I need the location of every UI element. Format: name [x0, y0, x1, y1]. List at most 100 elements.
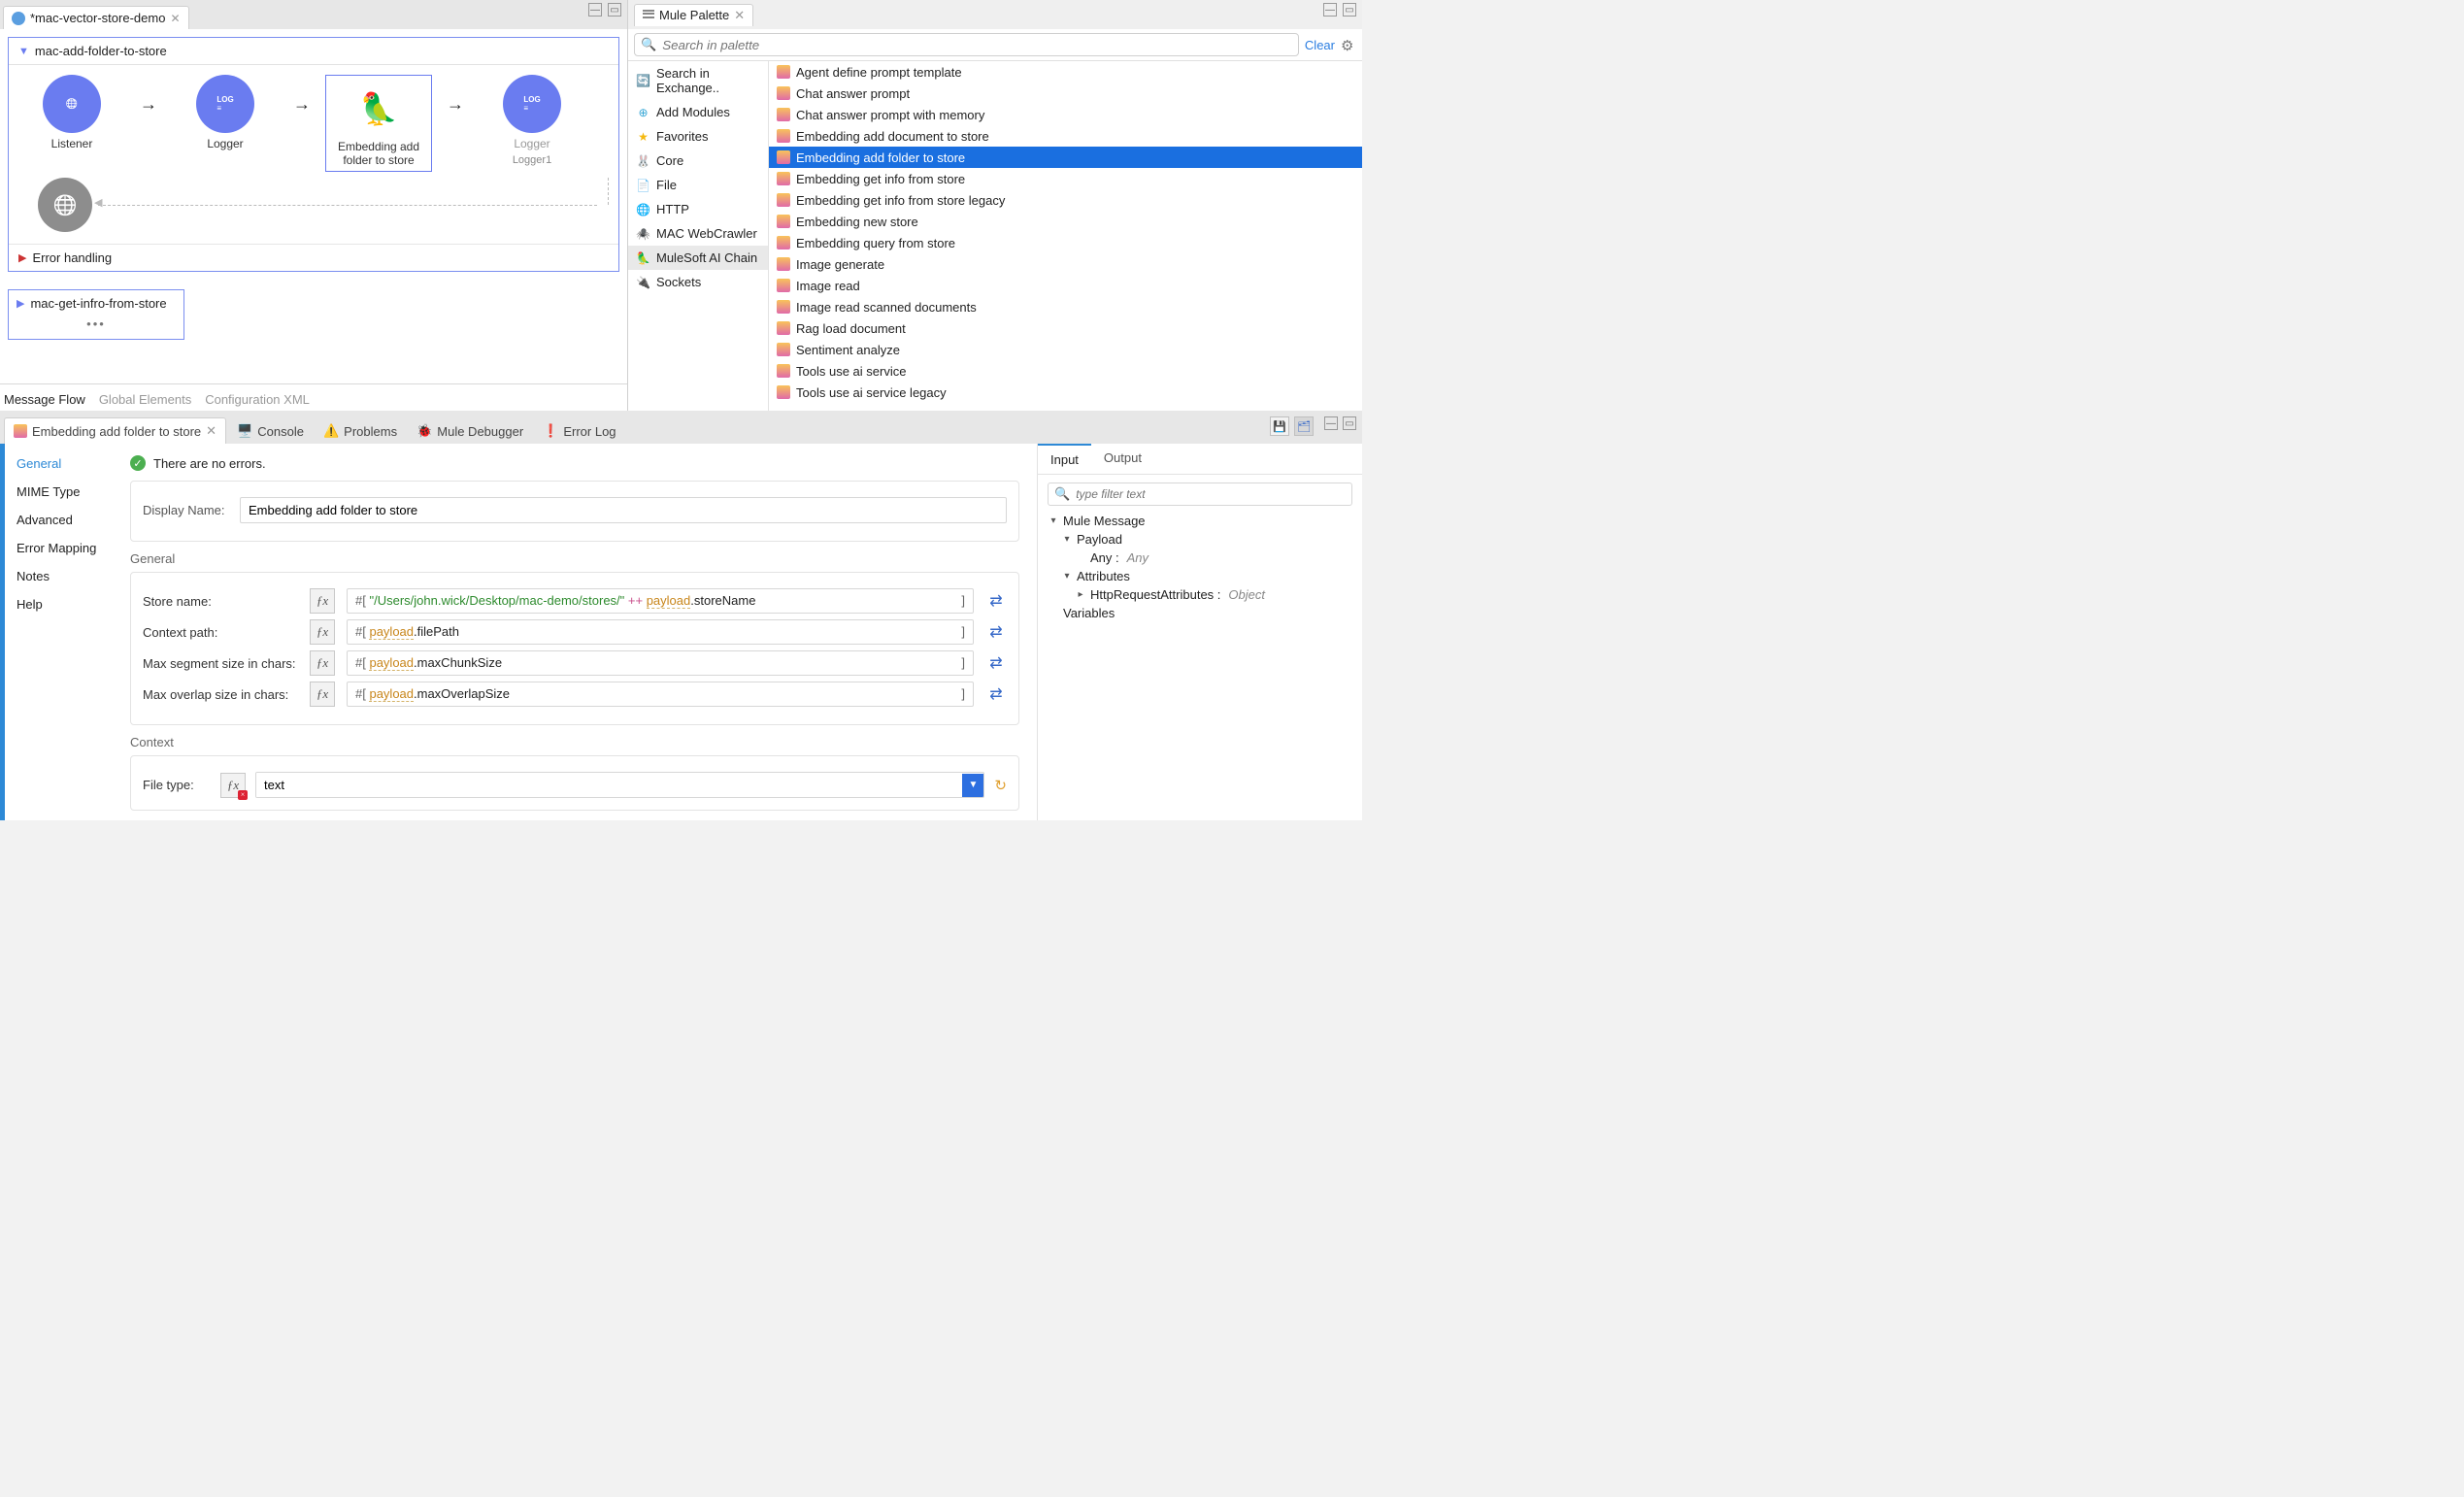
error-handling-section[interactable]: ▶ Error handling	[9, 244, 618, 271]
collapsed-flow[interactable]: ▶ mac-get-infro-from-store •••	[8, 289, 184, 340]
palette-category[interactable]: ★Favorites	[628, 124, 768, 149]
palette-operation[interactable]: Sentiment analyze	[769, 339, 1362, 360]
close-icon[interactable]: ✕	[170, 12, 180, 25]
side-nav-mime-type[interactable]: MIME Type	[5, 478, 124, 506]
expand-icon[interactable]: ▶	[18, 251, 26, 264]
fx-toggle[interactable]: ƒx	[310, 650, 335, 676]
palette-category[interactable]: ⊕Add Modules	[628, 100, 768, 124]
datasense-filter[interactable]: 🔍	[1048, 482, 1352, 506]
palette-category[interactable]: 🔄Search in Exchange..	[628, 61, 768, 100]
clear-search-link[interactable]: Clear	[1305, 38, 1335, 52]
tab-console[interactable]: 🖥️Console	[228, 418, 313, 444]
editor-tab[interactable]: *mac-vector-store-demo ✕	[3, 6, 189, 29]
flow-container[interactable]: ▼ mac-add-folder-to-store Listener → LOG…	[8, 37, 619, 272]
fx-toggle[interactable]: ƒx	[310, 682, 335, 707]
tree-toggle-icon[interactable]: 🗂	[1294, 416, 1314, 436]
save-icon[interactable]: 💾	[1270, 416, 1289, 436]
palette-operation[interactable]: Image read scanned documents	[769, 296, 1362, 317]
collapse-icon[interactable]: ▼	[18, 46, 29, 57]
palette-operation[interactable]: Embedding add document to store	[769, 125, 1362, 147]
fx-toggle[interactable]: ƒx	[310, 588, 335, 614]
fx-toggle[interactable]: ƒx	[220, 773, 246, 798]
tab-output[interactable]: Output	[1091, 444, 1154, 474]
palette-category[interactable]: 🕷️MAC WebCrawler	[628, 221, 768, 246]
reload-icon[interactable]: ↻	[994, 777, 1007, 794]
file-type-dropdown[interactable]: ▼	[255, 772, 984, 798]
palette-operation[interactable]: Image read	[769, 275, 1362, 296]
palette-operation[interactable]: Embedding get info from store	[769, 168, 1362, 189]
tree-node-attributes[interactable]: ▾Attributes	[1048, 567, 1352, 585]
palette-operation[interactable]: Embedding query from store	[769, 232, 1362, 253]
side-nav-error-mapping[interactable]: Error Mapping	[5, 534, 124, 562]
palette-category[interactable]: 🐰Core	[628, 149, 768, 173]
tab-error-log[interactable]: ❗Error Log	[534, 418, 624, 444]
side-nav-notes[interactable]: Notes	[5, 562, 124, 590]
palette-operation[interactable]: Tools use ai service	[769, 360, 1362, 382]
flow-node-logger[interactable]: LOG≡ Logger	[172, 75, 279, 150]
palette-search-input[interactable]: 🔍	[634, 33, 1299, 56]
palette-category[interactable]: 🌐HTTP	[628, 197, 768, 221]
ellipsis-icon: •••	[86, 316, 106, 331]
general-section: Store name: ƒx #[ "/Users/john.wick/Desk…	[130, 572, 1019, 725]
fx-toggle[interactable]: ƒx	[310, 619, 335, 645]
flow-node-logger2[interactable]: LOG≡ Logger Logger1	[479, 75, 585, 166]
palette-operation[interactable]: Rag load document	[769, 317, 1362, 339]
map-icon[interactable]: ⇄	[985, 684, 1007, 704]
close-icon[interactable]: ✕	[206, 423, 216, 439]
palette-operation[interactable]: Chat answer prompt	[769, 83, 1362, 104]
flow-node-embedding-add[interactable]: 🦜 Embedding add folder to store	[325, 75, 432, 172]
store-name-input[interactable]: #[ "/Users/john.wick/Desktop/mac-demo/st…	[347, 588, 974, 614]
flow-name: mac-add-folder-to-store	[35, 44, 167, 58]
minimize-view-icon[interactable]: —	[1323, 3, 1337, 17]
maximize-view-icon[interactable]: ▭	[1343, 3, 1356, 17]
close-icon[interactable]: ✕	[734, 8, 745, 23]
flow-canvas-area[interactable]: ▼ mac-add-folder-to-store Listener → LOG…	[0, 29, 627, 383]
maximize-view-icon[interactable]: ▭	[1343, 416, 1356, 430]
context-path-input[interactable]: #[ payload.filePath ]	[347, 619, 974, 645]
tab-message-flow[interactable]: Message Flow	[4, 392, 85, 407]
tree-node-variables[interactable]: Variables	[1048, 604, 1352, 622]
max-segment-input[interactable]: #[ payload.maxChunkSize ]	[347, 650, 974, 676]
palette-operation[interactable]: Tools use ai service legacy	[769, 382, 1362, 403]
tab-configuration-xml[interactable]: Configuration XML	[205, 392, 310, 407]
palette-operation[interactable]: Embedding add folder to store	[769, 147, 1362, 168]
tab-global-elements[interactable]: Global Elements	[99, 392, 191, 407]
map-icon[interactable]: ⇄	[985, 591, 1007, 611]
tree-node-payload-any[interactable]: Any :Any	[1048, 549, 1352, 567]
max-overlap-input[interactable]: #[ payload.maxOverlapSize ]	[347, 682, 974, 707]
tree-node-mule-message[interactable]: ▾Mule Message	[1048, 512, 1352, 530]
palette-operation[interactable]: Embedding new store	[769, 211, 1362, 232]
palette-operation[interactable]: Image generate	[769, 253, 1362, 275]
tab-mule-debugger[interactable]: 🐞Mule Debugger	[408, 418, 532, 444]
chevron-down-icon[interactable]: ▼	[962, 774, 983, 797]
side-nav-advanced[interactable]: Advanced	[5, 506, 124, 534]
palette-category[interactable]: 🦜MuleSoft AI Chain	[628, 246, 768, 270]
side-nav-help[interactable]: Help	[5, 590, 124, 618]
tab-input[interactable]: Input	[1038, 444, 1091, 474]
properties-tab-processor[interactable]: Embedding add folder to store ✕	[4, 417, 226, 444]
flow-node-listener[interactable]: Listener	[18, 75, 125, 150]
tab-problems[interactable]: ⚠️Problems	[315, 418, 406, 444]
tree-node-payload[interactable]: ▾Payload	[1048, 530, 1352, 549]
gear-icon[interactable]: ⚙	[1341, 37, 1356, 52]
palette-category[interactable]: 📄File	[628, 173, 768, 197]
error-log-icon: ❗	[543, 423, 558, 439]
palette-operation[interactable]: Embedding get info from store legacy	[769, 189, 1362, 211]
side-nav-general[interactable]: General	[5, 449, 124, 478]
palette-view-tab[interactable]: Mule Palette ✕	[634, 4, 753, 26]
palette-operation[interactable]: Agent define prompt template	[769, 61, 1362, 83]
minimize-view-icon[interactable]: —	[588, 3, 602, 17]
flow-header[interactable]: ▼ mac-add-folder-to-store	[9, 38, 618, 65]
error-source-node[interactable]	[38, 178, 92, 232]
palette-category[interactable]: 🔌Sockets	[628, 270, 768, 294]
maximize-view-icon[interactable]: ▭	[608, 3, 621, 17]
search-icon: 🔍	[1054, 486, 1070, 502]
palette-operation[interactable]: Chat answer prompt with memory	[769, 104, 1362, 125]
properties-panel: Embedding add folder to store ✕ 🖥️Consol…	[0, 411, 1362, 820]
display-name-input[interactable]	[240, 497, 1007, 523]
map-icon[interactable]: ⇄	[985, 622, 1007, 642]
minimize-view-icon[interactable]: —	[1324, 416, 1338, 430]
expand-icon[interactable]: ▶	[17, 297, 24, 310]
map-icon[interactable]: ⇄	[985, 653, 1007, 673]
tree-node-http-attrs[interactable]: ▸HttpRequestAttributes :Object	[1048, 585, 1352, 604]
